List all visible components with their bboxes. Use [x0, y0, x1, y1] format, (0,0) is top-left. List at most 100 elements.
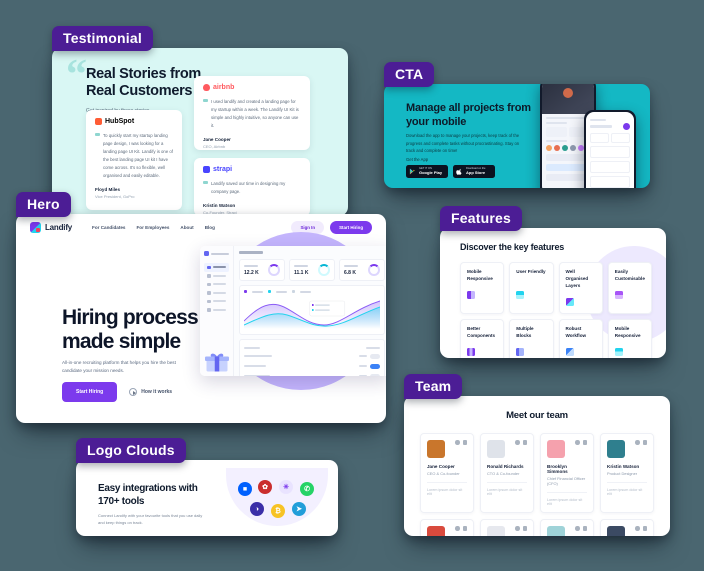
bitcoin-logo-icon[interactable]: ₿ — [271, 504, 285, 518]
google-play-icon — [409, 168, 415, 175]
team-member-role: Chief Financial Officer (CFO) — [547, 476, 586, 486]
cta-heading: Manage all projects from your mobile — [406, 102, 531, 129]
section-logo-clouds[interactable]: ■ ✿ ✳ ✆ ◑ ₿ ➤ Easy integrations with 170… — [76, 460, 338, 536]
testimonial-author: Kristin Watson — [203, 202, 236, 208]
team-member-role: CTO & Co-founder — [487, 471, 520, 476]
feature-card[interactable]: Easily Customisable — [607, 262, 652, 314]
cta-paragraph: Download the app to manage your projects… — [406, 133, 520, 154]
team-member-desc: Lorem ipsum dolor sit elit — [427, 482, 467, 496]
nav-start-hiring-button[interactable]: Start Hiring — [330, 220, 372, 234]
stat-card: 11.1 K — [289, 259, 335, 281]
feature-card[interactable]: Mobile Responsive — [460, 262, 505, 314]
dashboard-nav-applicants[interactable] — [204, 280, 229, 289]
badge-features[interactable]: Features — [440, 206, 522, 231]
feature-card[interactable]: Mobile Responsive — [607, 318, 652, 358]
testimonial-card[interactable]: airbnb I used landify and created a land… — [194, 76, 310, 150]
feature-icon — [565, 297, 574, 306]
dribbble-icon — [575, 526, 580, 531]
team-member-name: Ronald Richards — [487, 464, 524, 469]
team-member-desc: Lorem ipsum dolor sit elit — [487, 482, 527, 496]
badge-testimonial[interactable]: Testimonial — [52, 26, 153, 51]
team-member-card[interactable]: Kristin Watson Product Designer Lorem ip… — [600, 433, 654, 513]
team-member-card[interactable]: Floyd Miles Senior Developer Lorem ipsum… — [600, 519, 654, 536]
dashboard-nav-dashboard[interactable] — [204, 263, 229, 272]
cta-get-app-label: Get the App — [406, 157, 429, 162]
section-features[interactable]: Discover the key features Mobile Respons… — [440, 228, 666, 358]
team-member-card[interactable]: Brooklyn Simmons Chief Financial Officer… — [540, 433, 594, 513]
dashboard-nav-team[interactable] — [204, 289, 229, 298]
dropbox-logo-icon[interactable]: ■ — [238, 482, 252, 496]
google-play-button[interactable]: GET IT ON Google Play — [406, 165, 448, 178]
nav-item-about[interactable]: About — [180, 225, 193, 230]
nav-item-blog[interactable]: Blog — [205, 225, 215, 230]
feature-card[interactable]: User Friendly — [509, 262, 554, 314]
team-member-card[interactable]: Jane Cooper CEO & Co-founder Lorem ipsum… — [420, 433, 474, 513]
badge-hero[interactable]: Hero — [16, 192, 71, 217]
dashboard-nav-hiring[interactable] — [204, 297, 229, 306]
hero-how-it-works-link[interactable]: How it works — [129, 388, 172, 396]
dribbble-icon — [575, 440, 580, 445]
store-big-label: Google Play — [419, 169, 443, 175]
dribbble-icon — [455, 526, 460, 531]
hubspot-icon — [95, 118, 102, 125]
dashboard-main: 12.2 K 11.1 K 6.8 K — [234, 246, 386, 376]
table-row[interactable] — [244, 351, 380, 361]
section-testimonial[interactable]: “ Real Stories from Real Customers Get i… — [52, 48, 348, 216]
feature-card[interactable]: Robust Workflow — [558, 318, 603, 358]
discord-logo-icon[interactable]: ◑ — [250, 502, 264, 516]
brand-label: airbnb — [213, 84, 235, 91]
testimonial-body: To quickly start my startup landing page… — [95, 132, 173, 180]
features-grid: Mobile Responsive User Friendly Well Org… — [460, 262, 652, 358]
team-member-card[interactable]: Ronald Richards CTO & Co-founder Lorem i… — [480, 433, 534, 513]
hero-start-hiring-button[interactable]: Start Hiring — [62, 382, 118, 402]
dashboard-nav-jobs[interactable] — [204, 272, 229, 281]
team-member-name: Kristin Watson — [607, 464, 640, 469]
testimonial-card[interactable]: strapi Landify saved our time in designi… — [194, 158, 310, 216]
quote-mark-icon: “ — [66, 52, 87, 98]
badge-team[interactable]: Team — [404, 374, 463, 399]
table-row[interactable] — [244, 371, 380, 376]
dashboard-title — [239, 251, 263, 254]
team-member-role: Product Designer — [607, 471, 638, 476]
feature-card[interactable]: Better Components — [460, 318, 505, 358]
app-store-button[interactable]: Download on the App Store — [453, 165, 495, 178]
team-member-role: CEO & Co-founder — [427, 471, 460, 476]
cta-store-badges: GET IT ON Google Play Download on the Ap… — [406, 165, 495, 178]
section-team[interactable]: Meet our team Jane Cooper CEO & Co-found… — [404, 396, 670, 536]
dashboard-stats: 12.2 K 11.1 K 6.8 K — [239, 259, 385, 281]
badge-cta[interactable]: CTA — [384, 62, 435, 87]
team-member-desc: Lorem ipsum dolor sit elit — [607, 482, 647, 496]
chart-svg — [243, 300, 381, 329]
feature-title: Mobile Responsive — [614, 325, 641, 338]
stat-value: 12.2 K — [244, 269, 259, 276]
mailchimp-logo-icon[interactable]: ✿ — [258, 480, 272, 494]
logo-cloud-icons: ■ ✿ ✳ ✆ ◑ ₿ ➤ — [226, 468, 328, 526]
feature-title: Easily Customisable — [614, 269, 645, 281]
feature-card[interactable]: Multiple Blocks — [509, 318, 554, 358]
nav-item-for-candidates[interactable]: For Candidates — [92, 225, 125, 230]
team-member-card[interactable]: Darlene Robertson Javascript Developer L… — [420, 519, 474, 536]
table-header-row — [244, 344, 380, 351]
testimonial-card[interactable]: HubSpot To quickly start my startup land… — [86, 110, 182, 210]
play-icon — [129, 388, 138, 396]
testimonial-body: Landify saved our time in designing my c… — [203, 180, 301, 196]
nav-item-for-employees[interactable]: For Employees — [136, 225, 169, 230]
whatsapp-logo-icon[interactable]: ✆ — [300, 482, 314, 496]
team-member-card[interactable]: Ralph Edwards Business Advisor Lorem ips… — [540, 519, 594, 536]
slack-logo-icon[interactable]: ✳ — [279, 480, 293, 494]
team-member-card[interactable]: Leslie Alexander Customer Service Manage… — [480, 519, 534, 536]
badge-logo-clouds[interactable]: Logo Clouds — [76, 438, 186, 463]
hero-cta-group: Start Hiring How it works — [62, 382, 172, 402]
telegram-logo-icon[interactable]: ➤ — [292, 502, 306, 516]
avatar — [547, 440, 565, 458]
feature-card[interactable]: Well Organised Layers — [558, 262, 603, 314]
section-hero[interactable]: Landify For Candidates For Employees Abo… — [16, 214, 386, 423]
landify-logo[interactable]: Landify — [30, 221, 72, 233]
avatar — [427, 526, 445, 536]
section-cta[interactable]: Manage all projects from your mobile Dow… — [384, 84, 650, 188]
table-row[interactable] — [244, 361, 380, 371]
avatar — [607, 440, 625, 458]
dribbble-icon — [515, 440, 520, 445]
feature-icon — [614, 291, 623, 299]
avatar — [547, 526, 565, 536]
